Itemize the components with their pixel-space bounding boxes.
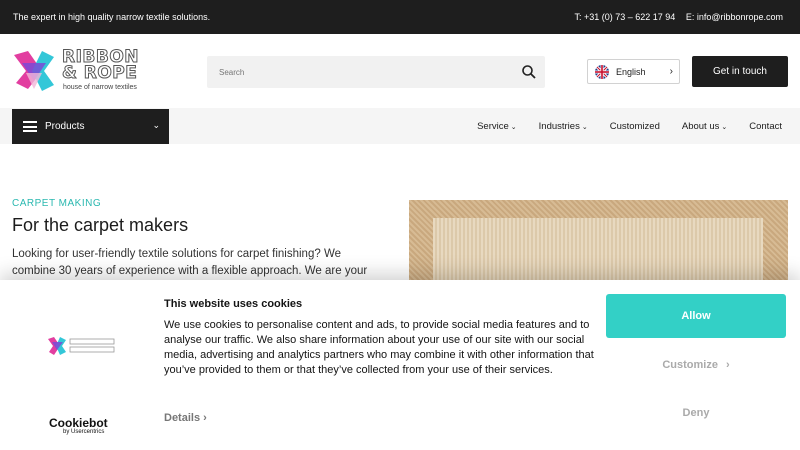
cookie-body: We use cookies to personalise content an…	[164, 319, 594, 376]
site-header: RIBBON & ROPE house of narrow textiles E…	[0, 34, 800, 108]
logo-wordmark: RIBBON & ROPE	[61, 47, 140, 83]
nav-item-about-us[interactable]: About us ⌄	[682, 121, 727, 132]
email-link[interactable]: E: info@ribbonrope.com	[686, 12, 783, 22]
main-nav: Products ⌄ Service ⌄ Industries ⌄ Customiz…	[0, 108, 800, 144]
nav-item-contact[interactable]: Contact	[749, 121, 782, 132]
site-logo[interactable]: RIBBON & ROPE house of narrow textiles	[12, 47, 152, 95]
tagline: The expert in high quality narrow textil…	[13, 12, 211, 22]
chevron-right-icon: ›	[203, 412, 207, 424]
uk-flag-icon	[595, 65, 609, 79]
logo-subtitle: house of narrow textiles	[63, 84, 137, 91]
cookie-banner: Cookiebot by Usercentrics This website u…	[0, 280, 800, 450]
top-bar: The expert in high quality narrow textil…	[0, 0, 800, 34]
chevron-right-icon: ›	[725, 359, 730, 371]
nav-item-service[interactable]: Service ⌄	[477, 121, 517, 132]
customize-button[interactable]: Customize ›	[606, 350, 786, 380]
cookiebot-byline: by Usercentrics	[63, 429, 105, 435]
site-logo-small	[48, 337, 115, 355]
search-bar	[207, 56, 545, 88]
chevron-down-icon: ⌄	[721, 124, 728, 131]
phone-link[interactable]: T: +31 (0) 73 – 622 17 94	[574, 12, 675, 22]
search-icon[interactable]	[521, 64, 537, 80]
allow-button[interactable]: Allow	[606, 294, 786, 338]
chevron-down-icon: ⌄	[581, 124, 588, 131]
chevron-down-icon: ⌄	[510, 124, 517, 131]
products-label: Products	[45, 121, 85, 132]
deny-button[interactable]: Deny	[606, 398, 786, 428]
nav-item-customized[interactable]: Customized	[610, 121, 660, 132]
search-input[interactable]	[207, 56, 507, 88]
products-menu-button[interactable]: Products ⌄	[12, 109, 169, 144]
nav-item-industries[interactable]: Industries ⌄	[539, 121, 588, 132]
hero-text: Looking for user-friendly textile soluti…	[12, 248, 368, 277]
get-in-touch-button[interactable]: Get in touch	[692, 56, 788, 87]
chevron-down-icon: ⌄	[152, 120, 160, 130]
logo-mark-icon	[14, 51, 54, 91]
chevron-right-icon: ›	[669, 66, 673, 77]
language-label: English	[616, 67, 646, 77]
cookie-title: This website uses cookies	[164, 298, 303, 310]
hero-title: For the carpet makers	[12, 215, 189, 235]
contact-info: T: +31 (0) 73 – 622 17 94 E: info@ribbon…	[566, 12, 783, 22]
details-link[interactable]: Details ›	[164, 412, 207, 424]
hero-kicker: CARPET MAKING	[12, 198, 102, 209]
hamburger-icon	[23, 121, 37, 132]
language-selector[interactable]: English ›	[587, 59, 680, 84]
cookiebot-logo: Cookiebot	[49, 416, 108, 430]
nav-menu: Service ⌄ Industries ⌄ Customized About us…	[477, 121, 782, 132]
